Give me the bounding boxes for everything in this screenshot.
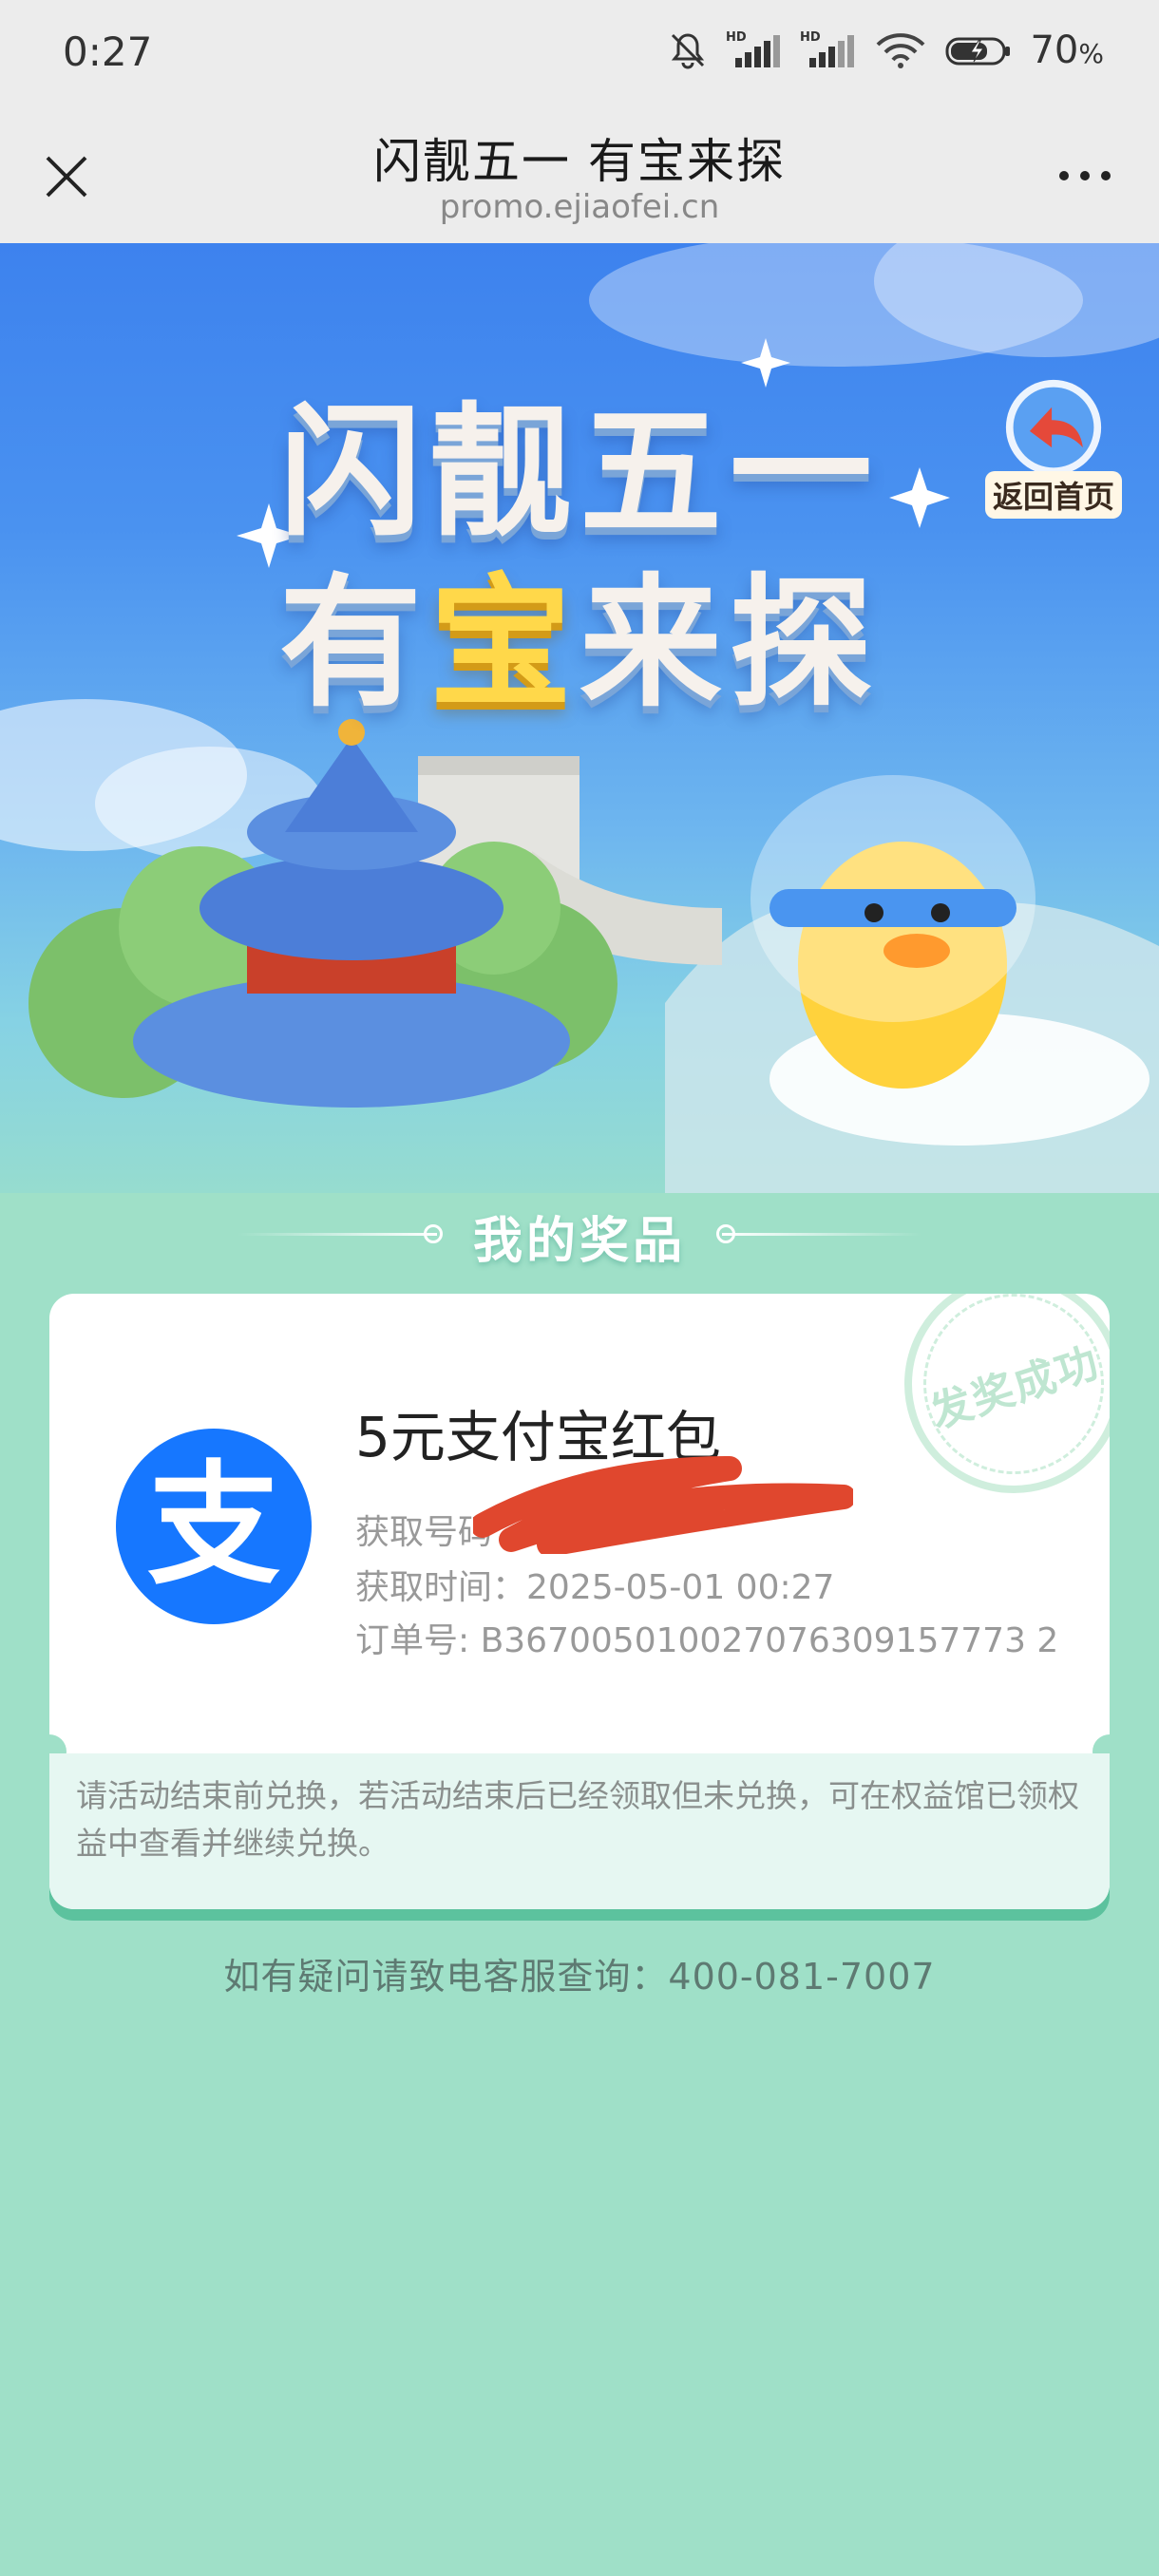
signal-icon: HD — [726, 29, 783, 71]
status-time: 0:27 — [63, 28, 153, 75]
svg-text:HD: HD — [800, 30, 821, 45]
award-stamp: 发奖成功 — [876, 1294, 1110, 1522]
page-url: promo.ejiaofei.cn — [439, 188, 720, 226]
svg-text:HD: HD — [726, 30, 747, 45]
prize-order-number: 订单号: B367005010027076309157773 2 — [355, 1621, 1059, 1660]
stamp-text: 发奖成功 — [924, 1337, 1106, 1438]
page-title: 闪靓五一 有宝来探 — [373, 134, 786, 189]
mute-icon — [667, 29, 709, 71]
status-bar: 0:27 HD HD 70% — [0, 0, 1159, 114]
signal-icon: HD — [800, 29, 857, 71]
back-home-button[interactable]: 返回首页 — [982, 376, 1125, 519]
wifi-icon — [874, 29, 927, 71]
back-arrow-icon — [1005, 379, 1102, 476]
back-home-label: 返回首页 — [984, 471, 1122, 519]
battery-percent: 70% — [1030, 28, 1104, 72]
alipay-logo: 支 — [116, 1429, 312, 1624]
battery-charging-icon — [944, 29, 1013, 71]
nav-bar: 闪靓五一 有宝来探 promo.ejiaofei.cn — [0, 114, 1159, 243]
section-title: 我的奖品 — [472, 1213, 686, 1270]
prize-card: 发奖成功 支 5元支付宝红包 获取号码 获取时间：2025-05-01 00:2… — [49, 1294, 1110, 1909]
prize-code: 获取号码 — [355, 1513, 493, 1552]
more-button[interactable] — [1047, 152, 1123, 199]
more-icon — [1059, 171, 1111, 180]
hero-title-line2: 有宝来探 — [278, 561, 881, 727]
section-header: 我的奖品 — [0, 1195, 1159, 1271]
hero-banner: 闪靓五一 有宝来探 返回首页 — [0, 243, 1159, 1193]
prize-time: 获取时间：2025-05-01 00:27 — [355, 1568, 835, 1607]
redaction-scribble — [473, 1456, 853, 1554]
customer-service-hotline: 如有疑问请致电客服查询：400-081-7007 — [223, 1956, 936, 1998]
status-icons: HD HD 70% — [667, 28, 1104, 72]
section-divider-right — [722, 1233, 922, 1236]
prize-notice: 请活动结束前兑换，若活动结束后已经领取但未兑换，可在权益馆已领权益中查看并继续兑… — [49, 1753, 1110, 1909]
